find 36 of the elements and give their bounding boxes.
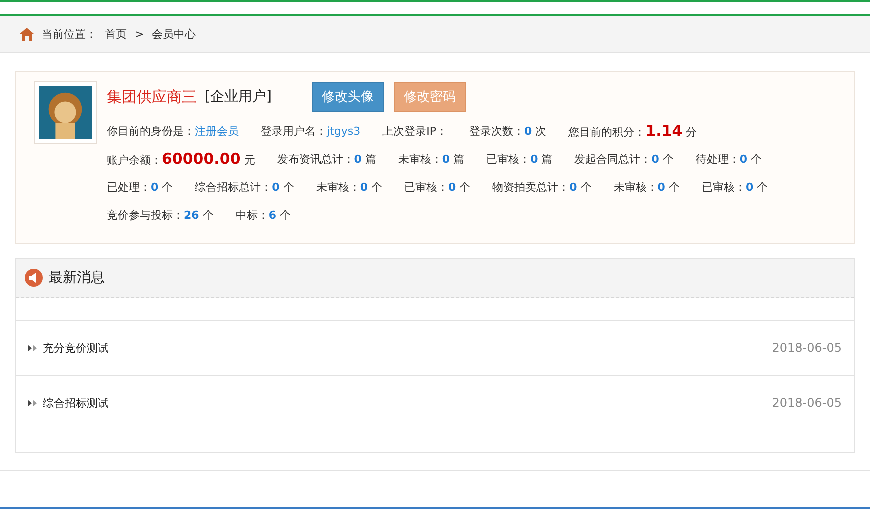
stat-text: 已处理：0 个	[107, 180, 174, 194]
stat-text: 物资拍卖总计：0 个	[492, 180, 592, 194]
news-date: 2018-06-05	[772, 396, 842, 410]
news-link[interactable]: 综合招标测试	[43, 396, 772, 410]
breadcrumb-link[interactable]: 会员中心	[152, 26, 196, 42]
stat-text: 账户余额：60000.00 元	[107, 150, 256, 168]
user-type: [企业用户]	[205, 88, 272, 106]
news-link[interactable]: 充分竞价测试	[43, 340, 772, 356]
stat-text: 已审核：0 个	[404, 180, 471, 194]
breadcrumb-separator: >	[135, 28, 144, 40]
stat-text: 待处理：0 个	[696, 152, 762, 166]
stat-text: 已审核：0 篇	[486, 152, 553, 166]
stat-text: 登录次数：0 次	[469, 124, 547, 138]
stat-text: 未审核：0 个	[614, 180, 680, 194]
speaker-icon	[25, 269, 43, 287]
stat-text: 竞价参与投标：26 个	[107, 208, 214, 222]
arrow-icon	[28, 400, 37, 406]
stat-link-text: 登录用户名：jtgys3	[261, 124, 361, 138]
stat-text: 上次登录IP：	[382, 124, 448, 138]
stat-text: 未审核：0 篇	[398, 152, 465, 166]
stat-text: 发布资讯总计：0 篇	[277, 152, 376, 166]
home-icon	[20, 28, 34, 40]
avatar	[34, 81, 97, 144]
stat-link-text: 你目前的身份是：注册会员	[107, 124, 239, 138]
stat-text: 综合招标总计：0 个	[195, 180, 294, 194]
company-name: 集团供应商三	[107, 88, 197, 106]
breadcrumb-label: 当前位置：	[42, 26, 97, 42]
section-title: 最新消息	[49, 269, 105, 287]
stat-text: 已审核：0 个	[702, 180, 768, 194]
stat-text: 中标：6 个	[236, 208, 291, 222]
stat-text: 您目前的积分：1.14 分	[568, 122, 698, 140]
stat-text: 未审核：0 个	[316, 180, 382, 194]
arrow-icon	[28, 344, 37, 352]
stat-text: 发起合同总计：0 个	[574, 152, 674, 166]
news-date: 2018-06-05	[772, 341, 842, 355]
breadcrumb-link[interactable]: 首页	[105, 26, 127, 42]
